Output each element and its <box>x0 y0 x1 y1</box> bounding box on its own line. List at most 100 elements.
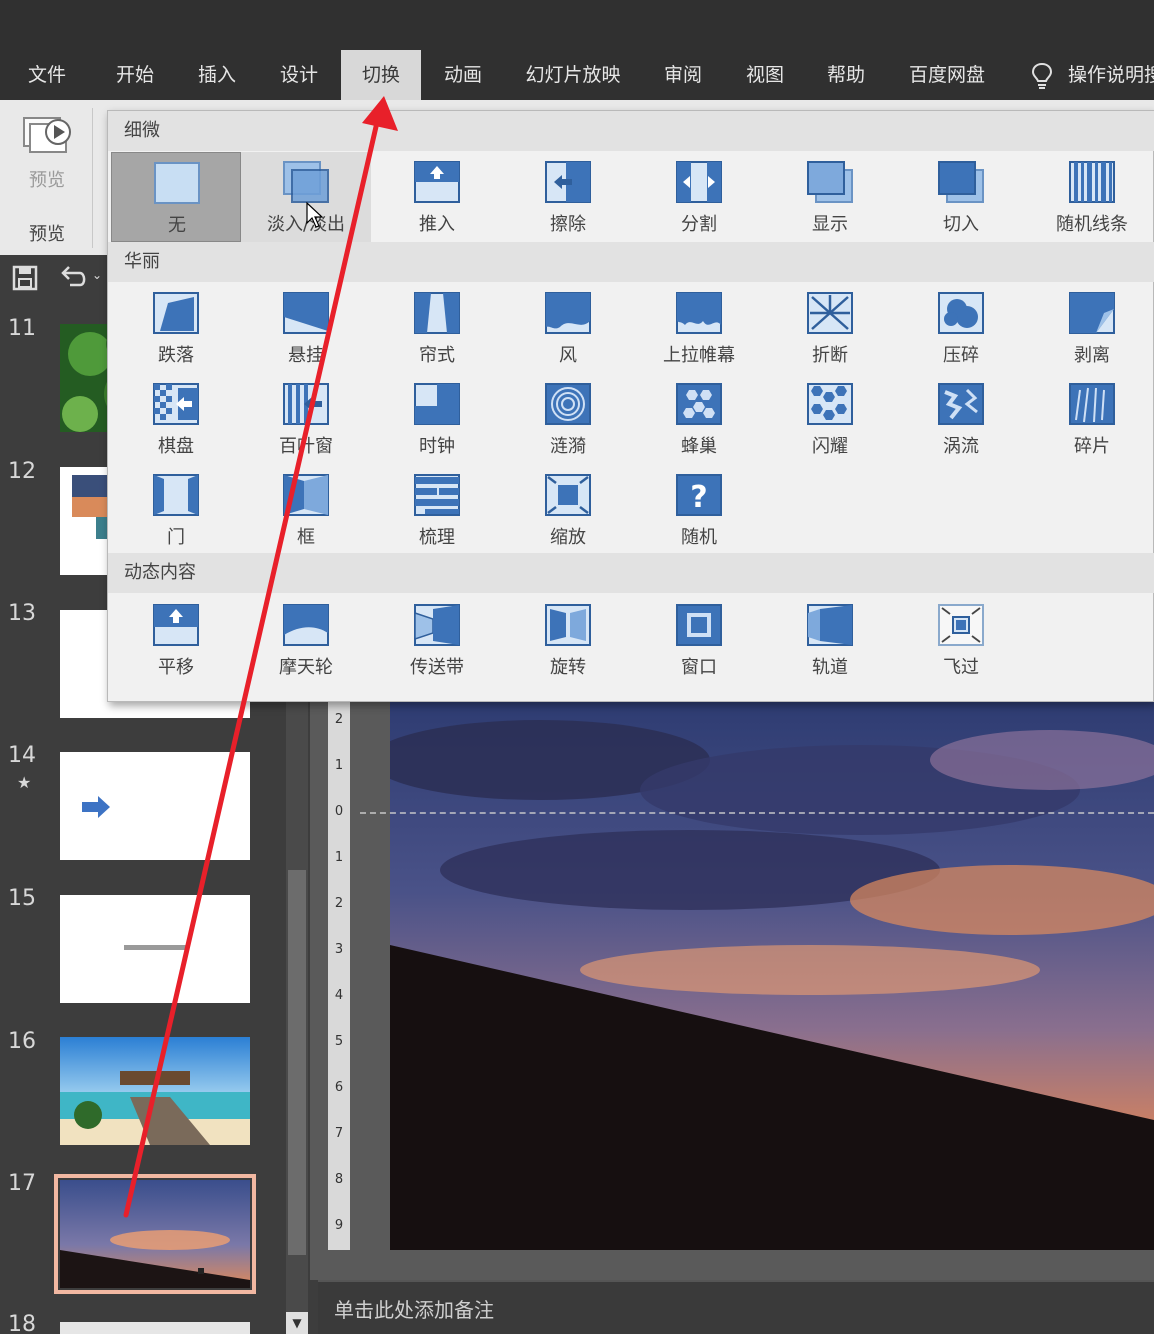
wind-transition-icon <box>545 292 591 334</box>
clock-transition-icon <box>414 383 460 425</box>
transition-checkerboard[interactable]: 棋盘 <box>111 374 241 464</box>
vertical-ruler: 2 1 0 1 2 3 4 5 6 7 8 9 <box>328 700 350 1250</box>
thumbnail-scrollbar-thumb[interactable] <box>288 870 306 1255</box>
crush-transition-icon <box>938 292 984 334</box>
preview-button[interactable]: 预览 <box>12 110 82 195</box>
tab-animations[interactable]: 动画 <box>424 50 502 100</box>
fade-transition-icon <box>283 161 329 203</box>
slide-thumbnail-18[interactable] <box>60 1322 250 1334</box>
tab-baidu-netdisk[interactable]: 百度网盘 <box>896 50 998 100</box>
preview-button-label: 预览 <box>29 170 65 191</box>
transition-split[interactable]: 分割 <box>634 152 764 242</box>
tab-help[interactable]: 帮助 <box>807 50 885 100</box>
tab-view[interactable]: 视图 <box>726 50 804 100</box>
transition-honeycomb[interactable]: 蜂巢 <box>634 374 764 464</box>
orbit-transition-icon <box>807 604 853 646</box>
checkerboard-transition-icon <box>153 383 199 425</box>
fall-over-transition-icon <box>153 292 199 334</box>
transition-label: 缩放 <box>550 527 586 548</box>
title-bar <box>0 0 1154 50</box>
ruler-tick: 6 <box>334 1080 344 1095</box>
transition-comb[interactable]: 梳理 <box>372 465 502 555</box>
transition-fall-over[interactable]: 跌落 <box>111 283 241 373</box>
transition-peel-off[interactable]: 剥离 <box>1027 283 1154 373</box>
transition-ripple[interactable]: 涟漪 <box>503 374 633 464</box>
transition-conveyor[interactable]: 传送带 <box>372 595 502 685</box>
transition-label: 旋转 <box>550 657 586 678</box>
transition-none[interactable]: 无 <box>111 152 241 242</box>
ruler-tick: 5 <box>334 1034 344 1049</box>
slide-number: 18 <box>8 1312 36 1334</box>
transition-label: 门 <box>167 527 185 548</box>
transition-label: 轨道 <box>812 657 848 678</box>
transition-glitter[interactable]: 闪耀 <box>765 374 895 464</box>
transition-prestige[interactable]: 上拉帷幕 <box>634 283 764 373</box>
ruler-tick: 1 <box>334 758 344 773</box>
transition-crush[interactable]: 压碎 <box>896 283 1026 373</box>
ruler-tick: 2 <box>334 712 344 727</box>
tab-review[interactable]: 审阅 <box>644 50 722 100</box>
transition-doors[interactable]: 门 <box>111 465 241 555</box>
transition-fade[interactable]: 淡入/淡出 <box>241 152 371 242</box>
transition-orbit[interactable]: 轨道 <box>765 595 895 685</box>
transition-vortex[interactable]: 涡流 <box>896 374 1026 464</box>
tab-home[interactable]: 开始 <box>96 50 174 100</box>
pan-transition-icon <box>153 604 199 646</box>
reveal-transition-icon <box>807 161 853 203</box>
push-transition-icon <box>414 161 460 203</box>
tab-transitions[interactable]: 切换 <box>341 50 421 100</box>
transition-random[interactable]: ? 随机 <box>634 465 764 555</box>
honeycomb-transition-icon <box>676 383 722 425</box>
slide-number: 12 <box>8 459 36 484</box>
slide-number: 16 <box>8 1029 36 1054</box>
transition-pan[interactable]: 平移 <box>111 595 241 685</box>
transition-push[interactable]: 推入 <box>372 152 502 242</box>
transition-shred[interactable]: 碎片 <box>1027 374 1154 464</box>
transition-label: 随机线条 <box>1056 214 1128 235</box>
transition-drape[interactable]: 悬挂 <box>241 283 371 373</box>
tab-file[interactable]: 文件 <box>8 50 86 100</box>
transition-label: 帘式 <box>419 345 455 366</box>
transition-ferris-wheel[interactable]: 摩天轮 <box>241 595 371 685</box>
save-icon[interactable] <box>12 265 38 291</box>
transition-random-bars[interactable]: 随机线条 <box>1027 152 1154 242</box>
section-header-dynamic-content: 动态内容 <box>108 553 1154 593</box>
tab-insert[interactable]: 插入 <box>178 50 256 100</box>
transition-zoom[interactable]: 缩放 <box>503 465 633 555</box>
slide-thumbnail-14[interactable] <box>60 752 250 860</box>
undo-dropdown-icon[interactable]: ⌄ <box>92 268 102 282</box>
transition-wind[interactable]: 风 <box>503 283 633 373</box>
undo-icon[interactable] <box>58 265 88 289</box>
transition-label: 窗口 <box>681 657 717 678</box>
slide-thumbnail-17[interactable] <box>54 1174 256 1294</box>
current-slide-canvas[interactable] <box>390 700 1154 1250</box>
lightbulb-icon[interactable] <box>1030 62 1054 90</box>
scroll-down-arrow-icon[interactable]: ▼ <box>286 1312 308 1334</box>
transition-cut[interactable]: 切入 <box>896 152 1026 242</box>
transition-curtains[interactable]: 帘式 <box>372 283 502 373</box>
transition-clock[interactable]: 时钟 <box>372 374 502 464</box>
transition-box[interactable]: 框 <box>241 465 371 555</box>
transition-blinds[interactable]: 百叶窗 <box>241 374 371 464</box>
slide-thumbnail-15[interactable] <box>60 895 250 1003</box>
animation-star-icon: ★ <box>17 773 32 792</box>
transition-wipe[interactable]: 擦除 <box>503 152 633 242</box>
transition-rotate[interactable]: 旋转 <box>503 595 633 685</box>
tab-design[interactable]: 设计 <box>260 50 338 100</box>
transition-fracture[interactable]: 折断 <box>765 283 895 373</box>
transition-label: 跌落 <box>158 345 194 366</box>
tab-slideshow[interactable]: 幻灯片放映 <box>510 50 636 100</box>
transition-window[interactable]: 窗口 <box>634 595 764 685</box>
transition-label: 时钟 <box>419 436 455 457</box>
transition-label: 上拉帷幕 <box>663 345 735 366</box>
window-transition-icon <box>676 604 722 646</box>
transition-fly-through[interactable]: 飞过 <box>896 595 1026 685</box>
transition-label: 切入 <box>943 214 979 235</box>
slide-thumbnail-16[interactable] <box>60 1037 250 1145</box>
tell-me-search[interactable]: 操作说明搜 <box>1068 50 1154 100</box>
transition-label: 压碎 <box>943 345 979 366</box>
transition-reveal[interactable]: 显示 <box>765 152 895 242</box>
notes-placeholder[interactable]: 单击此处添加备注 <box>334 1294 494 1323</box>
notes-pane[interactable]: 单击此处添加备注 <box>318 1280 1154 1334</box>
box-transition-icon <box>283 474 329 516</box>
